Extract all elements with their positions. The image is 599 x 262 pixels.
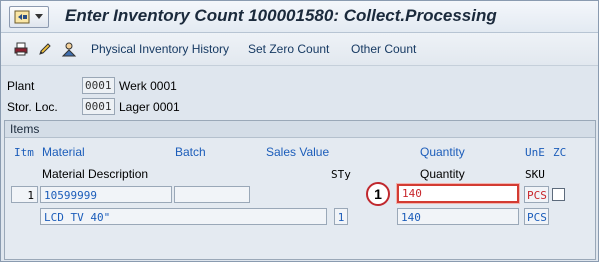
plant-label: Plant: [7, 79, 35, 93]
storage-location-code-field: 0001: [82, 98, 115, 115]
batch-cell: [174, 186, 250, 203]
pencil-icon[interactable]: [37, 41, 53, 57]
column-zc[interactable]: ZC: [553, 146, 566, 159]
system-menu-button[interactable]: [9, 6, 49, 28]
items-group-title: Items: [10, 122, 40, 136]
chevron-down-icon: [35, 14, 43, 19]
column-material[interactable]: Material: [42, 145, 85, 159]
page-title: Enter Inventory Count 100001580: Collect…: [65, 6, 497, 25]
column-une[interactable]: UnE: [525, 146, 545, 159]
sku-quantity-cell: 140: [397, 208, 519, 225]
material-cell: 10599999: [40, 186, 172, 203]
zero-count-checkbox[interactable]: [552, 188, 565, 201]
storage-location-label: Stor. Loc.: [7, 100, 58, 114]
sap-window: Enter Inventory Count 100001580: Collect…: [0, 0, 599, 262]
column-batch[interactable]: Batch: [175, 145, 206, 159]
print-icon[interactable]: [13, 41, 29, 57]
column-quantity-sku[interactable]: Quantity: [420, 167, 465, 181]
set-zero-count-button[interactable]: Set Zero Count: [248, 42, 329, 56]
items-group-header: Items: [5, 121, 595, 138]
physical-inventory-history-button[interactable]: Physical Inventory History: [91, 42, 229, 56]
stock-type-cell: 1: [334, 208, 348, 225]
material-description-cell: LCD TV 40": [40, 208, 327, 225]
items-table: Items Itm Material Batch Sales Value Qua…: [4, 120, 596, 260]
column-sales-value[interactable]: Sales Value: [266, 145, 329, 159]
plant-code-field: 0001: [82, 77, 115, 94]
quantity-input[interactable]: 140: [397, 184, 519, 203]
item-number-cell: 1: [11, 186, 38, 203]
column-itm[interactable]: Itm: [14, 146, 34, 159]
other-count-button[interactable]: Other Count: [351, 42, 416, 56]
user-icon[interactable]: [61, 41, 77, 57]
unit-of-entry-cell[interactable]: PCS: [524, 186, 549, 203]
application-toolbar: Physical Inventory History Set Zero Coun…: [1, 33, 598, 66]
sku-cell: PCS: [524, 208, 549, 225]
column-sku[interactable]: SKU: [525, 168, 545, 181]
column-sty[interactable]: STy: [331, 168, 351, 181]
step-marker: 1: [366, 182, 390, 206]
storage-location-name: Lager 0001: [119, 100, 180, 114]
title-bar: Enter Inventory Count 100001580: Collect…: [1, 1, 598, 33]
column-material-description[interactable]: Material Description: [42, 167, 148, 181]
system-menu-icon: [14, 10, 30, 24]
plant-name: Werk 0001: [119, 79, 177, 93]
column-quantity[interactable]: Quantity: [420, 145, 465, 159]
